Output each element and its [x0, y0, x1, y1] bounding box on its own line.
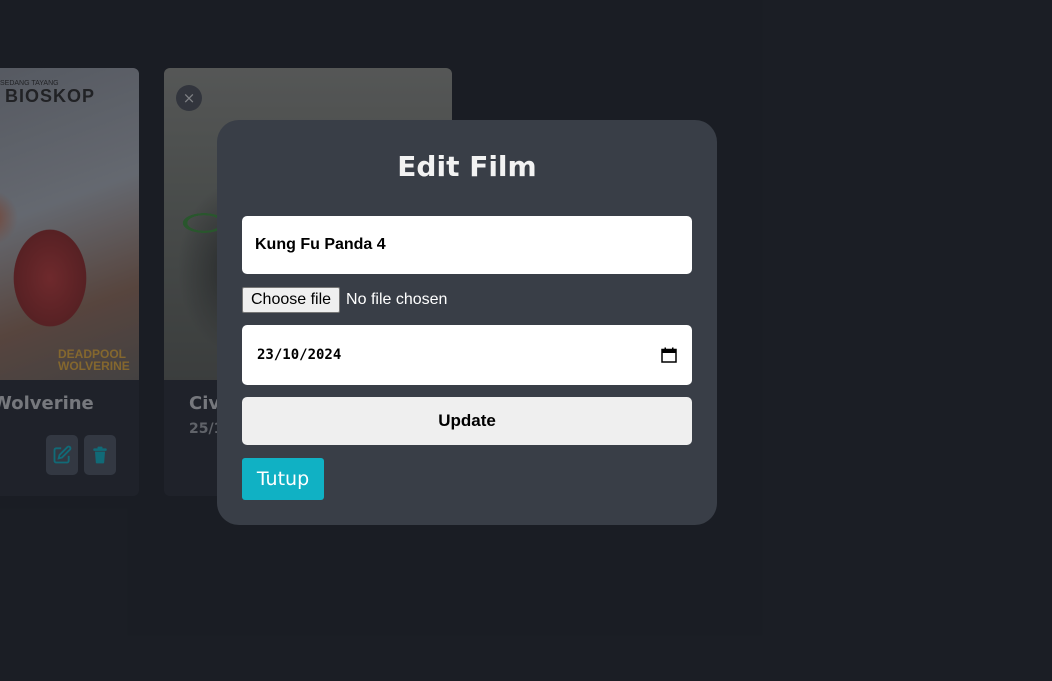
release-date-input[interactable]: 23/10/2024: [242, 325, 692, 385]
choose-file-button[interactable]: Choose file: [242, 286, 341, 313]
date-value: 23/10/2024: [257, 347, 342, 363]
close-button[interactable]: Tutup: [242, 458, 324, 500]
file-status-text: No file chosen: [346, 290, 448, 308]
edit-film-modal: Edit Film Choose file No file chosen 23/…: [217, 120, 717, 525]
file-input[interactable]: Choose file No file chosen: [242, 286, 447, 313]
update-button[interactable]: Update: [242, 397, 692, 445]
modal-title: Edit Film: [397, 150, 537, 183]
film-title-input[interactable]: [242, 216, 692, 274]
calendar-icon[interactable]: [661, 347, 677, 363]
